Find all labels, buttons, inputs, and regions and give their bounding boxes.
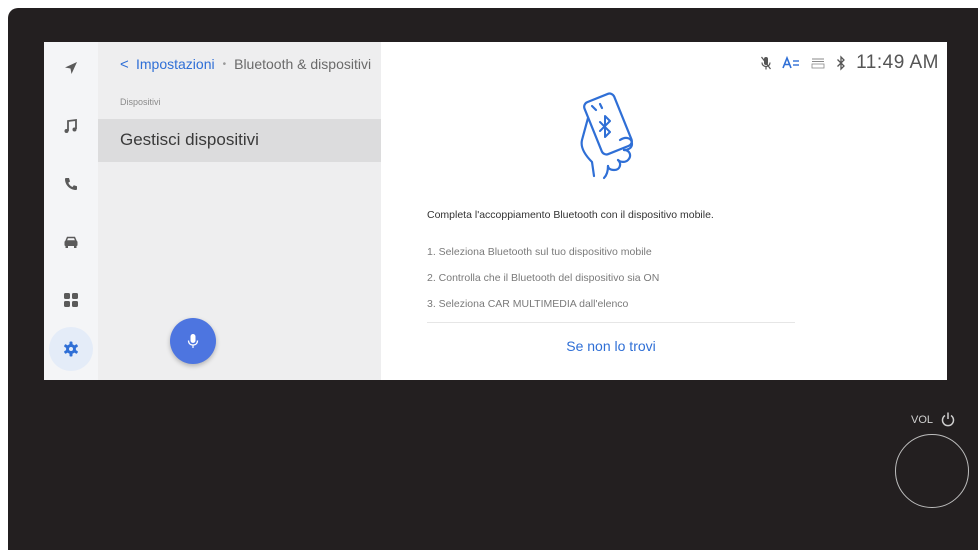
- nav-settings-button[interactable]: [49, 327, 93, 371]
- voice-assistant-button[interactable]: [170, 318, 216, 364]
- nav-apps-button[interactable]: [49, 278, 93, 322]
- hand-holding-phone-bluetooth-icon: [562, 90, 654, 187]
- volume-knob[interactable]: [895, 434, 969, 508]
- breadcrumb-separator: •: [222, 58, 227, 70]
- breadcrumb-current: Bluetooth & dispositivi: [234, 56, 372, 72]
- music-note-icon: [64, 118, 77, 133]
- divider: [427, 322, 795, 323]
- settings-list-panel: < Impostazioni • Bluetooth & dispositivi…: [98, 42, 381, 380]
- power-icon[interactable]: [940, 411, 956, 432]
- breadcrumb: < Impostazioni • Bluetooth & dispositivi: [120, 54, 371, 74]
- settings-gear-icon: [64, 341, 78, 357]
- nav-phone-button[interactable]: [49, 162, 93, 206]
- instruction-step-2: 2. Controlla che il Bluetooth del dispos…: [427, 272, 660, 284]
- instruction-step-1: 1. Seleziona Bluetooth sul tuo dispositi…: [427, 246, 652, 258]
- infotainment-screen: < Impostazioni • Bluetooth & dispositivi…: [44, 42, 947, 380]
- mic-off-icon: [760, 55, 772, 71]
- list-item-label: Gestisci dispositivi: [120, 130, 259, 149]
- instruction-step-3: 3. Seleziona CAR MULTIMEDIA dall'elenco: [427, 298, 629, 310]
- dcm-icon: [810, 57, 826, 69]
- list-item-manage-devices[interactable]: Gestisci dispositivi: [98, 119, 381, 162]
- main-content: 11:49 AM Completa l'accoppiamento Blueto…: [381, 42, 947, 380]
- breadcrumb-parent[interactable]: Impostazioni: [136, 56, 215, 72]
- section-label: Dispositivi: [120, 97, 161, 107]
- chevron-left-icon[interactable]: <: [120, 56, 136, 73]
- nav-music-button[interactable]: [49, 104, 93, 148]
- instructions-title: Completa l'accoppiamento Bluetooth con i…: [427, 209, 714, 221]
- nav-navigation-button[interactable]: [49, 46, 93, 90]
- nav-vehicle-button[interactable]: [49, 220, 93, 264]
- car-icon: [64, 236, 78, 248]
- not-found-link[interactable]: Se non lo trovi: [427, 338, 795, 354]
- clock: 11:49 AM: [856, 52, 939, 73]
- vol-label: VOL: [911, 414, 934, 426]
- microphone-icon: [187, 334, 199, 348]
- navigation-arrow-icon: [65, 62, 77, 74]
- status-bar: 11:49 AM: [760, 51, 939, 75]
- apps-grid-icon: [64, 293, 78, 307]
- bluetooth-icon: [836, 55, 846, 71]
- font-size-icon: [782, 56, 800, 70]
- phone-icon: [65, 178, 77, 190]
- nav-rail: [44, 42, 98, 380]
